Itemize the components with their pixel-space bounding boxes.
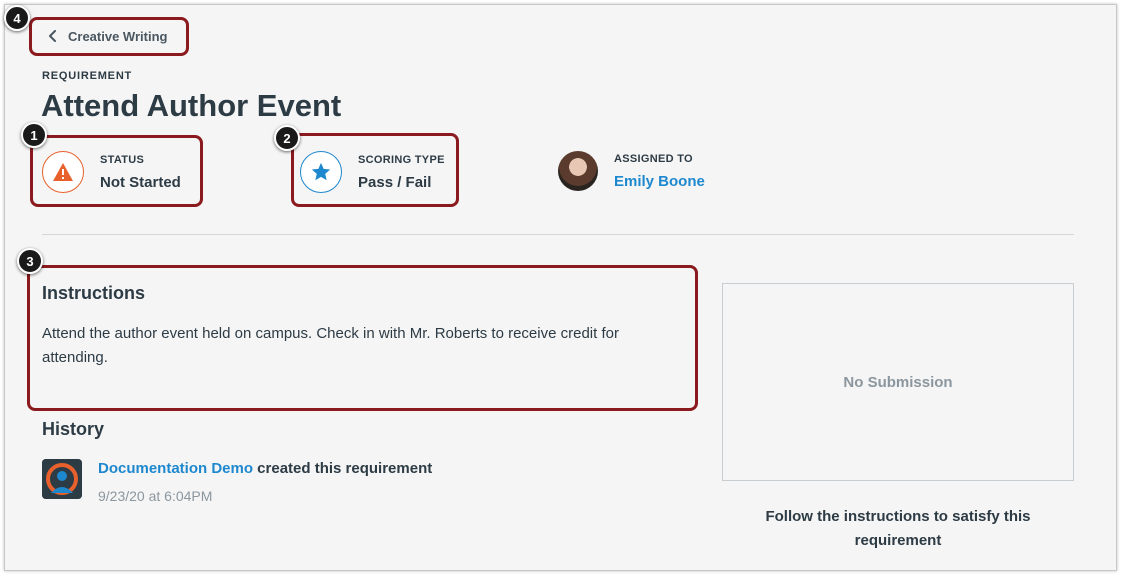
history-actor-link[interactable]: Documentation Demo [98,460,253,477]
history-title: History [42,419,105,439]
history-avatar [42,459,82,499]
avatar [558,151,598,191]
submission-hint: Follow the instructions to satisfy this … [765,508,1031,549]
highlight-box-3 [27,265,698,411]
assignee-link[interactable]: Emily Boone [614,173,705,190]
history-timestamp: 9/23/20 at 6:04PM [98,488,213,504]
annotation-badge-2: 2 [274,125,300,151]
assigned-to-block: ASSIGNED TO Emily Boone [558,151,705,191]
annotation-badge-3: 3 [17,248,43,274]
history-entry: Documentation Demo created this requirem… [98,460,432,477]
highlight-box-1 [30,135,203,207]
divider [42,234,1074,235]
highlight-box-4 [29,17,189,56]
history-action: created this requirement [253,460,433,477]
annotation-badge-1: 1 [21,122,47,148]
page-title: Attend Author Event [41,88,342,123]
submission-panel: No Submission [722,283,1074,481]
assigned-to-label: ASSIGNED TO [614,152,693,165]
highlight-box-2 [291,133,459,207]
annotation-badge-4: 4 [4,5,30,31]
section-label: REQUIREMENT [42,70,133,82]
no-submission-label: No Submission [843,373,953,391]
